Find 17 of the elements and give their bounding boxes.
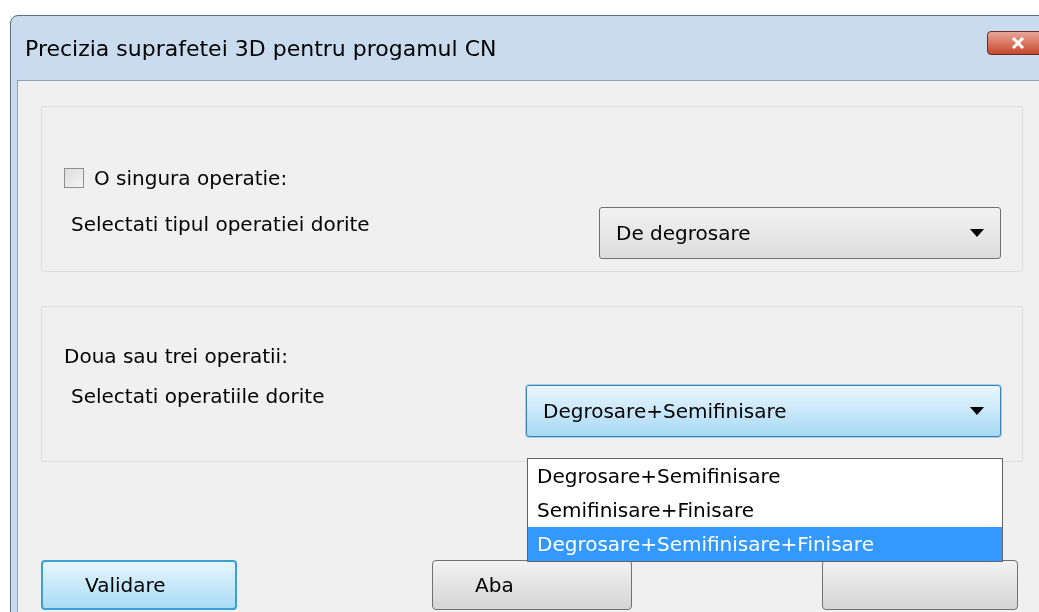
close-icon — [1011, 37, 1025, 49]
dropdown-option[interactable]: Degrosare+Semifinisare — [528, 459, 1002, 493]
prompt-label: Selectati tipul operatiei dorite — [71, 211, 370, 238]
prompt-label: Selectati operatiile dorite — [71, 383, 325, 410]
dropdown-caret-icon — [970, 407, 984, 415]
window-title: Precizia suprafetei 3D pentru progamul CN — [25, 34, 497, 63]
dialog-button[interactable] — [822, 560, 1018, 610]
dropdown[interactable]: Degrosare+Semifinisare — [526, 385, 1001, 437]
dropdown-caret-icon — [970, 229, 984, 237]
checkbox[interactable] — [64, 168, 84, 188]
dialog-button[interactable]: Validare — [41, 560, 237, 610]
checkbox-label: O singura operatie: — [94, 165, 288, 192]
close-button[interactable] — [987, 31, 1039, 55]
dropdown-option[interactable]: Semifinisare+Finisare — [528, 493, 1002, 527]
dropdown[interactable]: De degrosare — [599, 207, 1001, 259]
dialog-button[interactable]: Aba — [432, 560, 632, 610]
group-heading: Doua sau trei operatii: — [64, 344, 288, 368]
